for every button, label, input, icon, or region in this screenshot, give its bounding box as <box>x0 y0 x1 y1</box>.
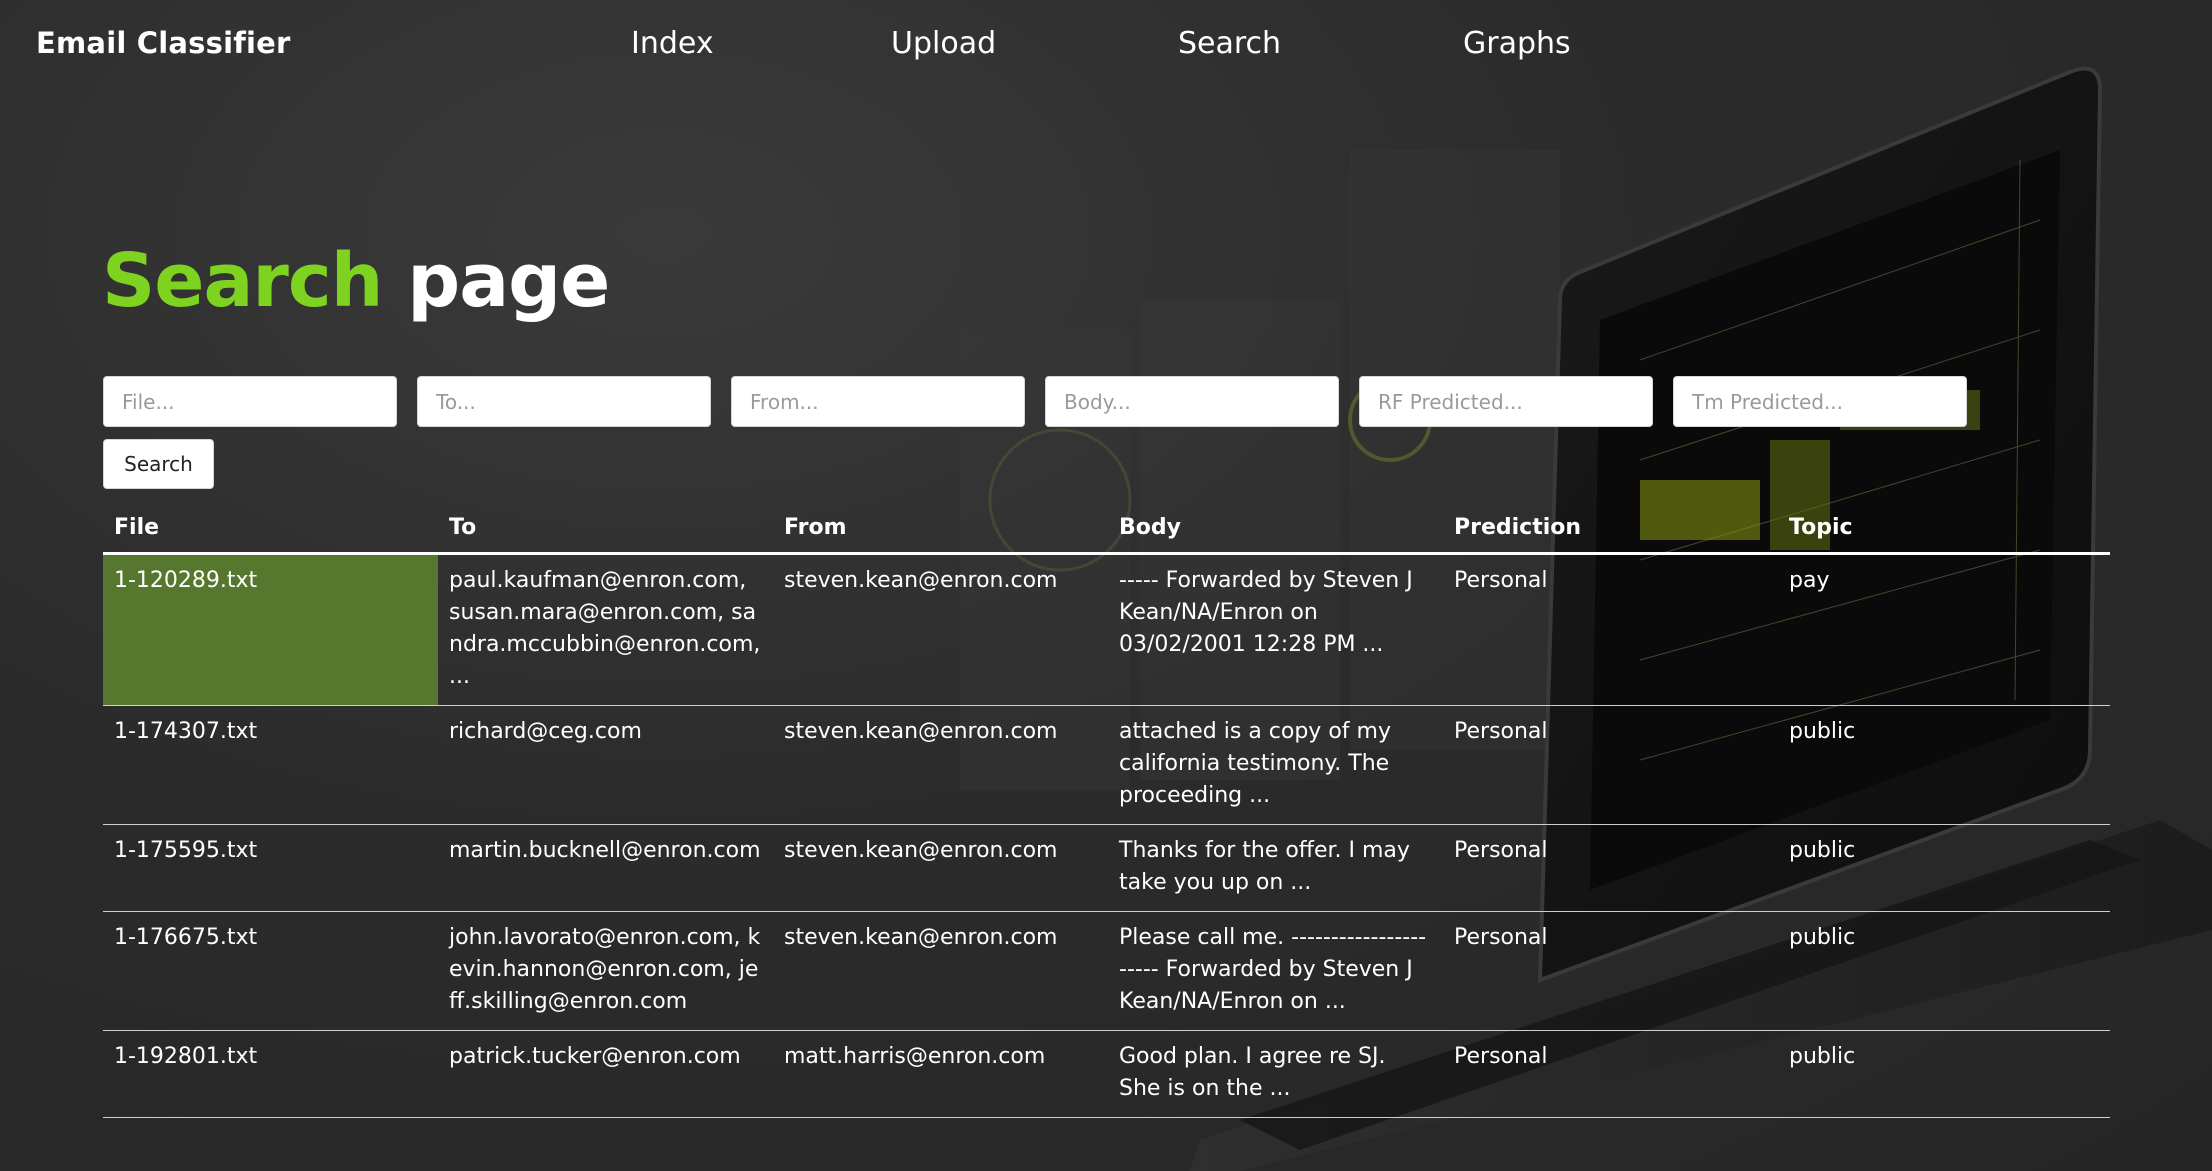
body-filter-input[interactable] <box>1045 376 1339 427</box>
results-table: File To From Body Prediction Topic 1-120… <box>103 507 2110 1118</box>
cell-file[interactable]: 1-120289.txt <box>103 553 438 706</box>
column-header-to: To <box>438 507 773 555</box>
file-filter-input[interactable] <box>103 376 397 427</box>
page: Email Classifier Index Upload Search Gra… <box>0 0 2212 1171</box>
cell-prediction: Personal <box>1443 824 1778 912</box>
cell-prediction: Personal <box>1443 1030 1778 1118</box>
from-filter-input[interactable] <box>731 376 1025 427</box>
cell-file[interactable]: 1-192801.txt <box>103 1030 438 1118</box>
cell-file[interactable]: 1-174307.txt <box>103 705 438 825</box>
table-row[interactable]: 1-120289.txt paul.kaufman@enron.com, sus… <box>103 553 2110 706</box>
cell-prediction: Personal <box>1443 705 1778 825</box>
cell-body: attached is a copy of my california test… <box>1108 705 1443 825</box>
cell-prediction: Personal <box>1443 911 1778 1031</box>
table-row[interactable]: 1-174307.txt richard@ceg.com steven.kean… <box>103 705 2110 825</box>
cell-body: Please call me. ---------------------- F… <box>1108 911 1443 1031</box>
cell-from: matt.harris@enron.com <box>773 1030 1108 1118</box>
cell-body: ----- Forwarded by Steven J Kean/NA/Enro… <box>1108 553 1443 706</box>
nav-link-graphs[interactable]: Graphs <box>1463 26 1571 61</box>
cell-topic: pay <box>1778 553 2110 706</box>
cell-body: Good plan. I agree re SJ. She is on the … <box>1108 1030 1443 1118</box>
page-title-accent: Search <box>102 238 383 324</box>
rf-predicted-filter-input[interactable] <box>1359 376 1653 427</box>
table-row[interactable]: 1-192801.txt patrick.tucker@enron.com ma… <box>103 1030 2110 1118</box>
column-header-file: File <box>103 507 438 555</box>
nav-link-index[interactable]: Index <box>631 26 714 61</box>
cell-to: richard@ceg.com <box>438 705 773 825</box>
page-title: Search page <box>102 238 610 324</box>
cell-topic: public <box>1778 911 2110 1031</box>
to-filter-input[interactable] <box>417 376 711 427</box>
cell-topic: public <box>1778 1030 2110 1118</box>
cell-from: steven.kean@enron.com <box>773 824 1108 912</box>
cell-file[interactable]: 1-175595.txt <box>103 824 438 912</box>
column-header-topic: Topic <box>1778 507 2110 555</box>
cell-prediction: Personal <box>1443 553 1778 706</box>
column-header-body: Body <box>1108 507 1443 555</box>
column-header-prediction: Prediction <box>1443 507 1778 555</box>
cell-to: patrick.tucker@enron.com <box>438 1030 773 1118</box>
cell-from: steven.kean@enron.com <box>773 553 1108 706</box>
table-row[interactable]: 1-176675.txt john.lavorato@enron.com, ke… <box>103 911 2110 1031</box>
cell-to: paul.kaufman@enron.com, susan.mara@enron… <box>438 553 773 706</box>
cell-to: john.lavorato@enron.com, kevin.hannon@en… <box>438 911 773 1031</box>
column-header-from: From <box>773 507 1108 555</box>
table-header-row: File To From Body Prediction Topic <box>103 507 2110 555</box>
cell-topic: public <box>1778 824 2110 912</box>
brand-logo-text[interactable]: Email Classifier <box>36 26 291 60</box>
page-title-rest: page <box>407 238 610 324</box>
tm-predicted-filter-input[interactable] <box>1673 376 1967 427</box>
cell-from: steven.kean@enron.com <box>773 705 1108 825</box>
cell-topic: public <box>1778 705 2110 825</box>
cell-from: steven.kean@enron.com <box>773 911 1108 1031</box>
search-button[interactable]: Search <box>103 439 214 489</box>
cell-file[interactable]: 1-176675.txt <box>103 911 438 1031</box>
table-row[interactable]: 1-175595.txt martin.bucknell@enron.com s… <box>103 824 2110 912</box>
cell-to: martin.bucknell@enron.com <box>438 824 773 912</box>
nav-link-upload[interactable]: Upload <box>891 26 996 61</box>
top-navbar: Email Classifier Index Upload Search Gra… <box>0 0 2212 92</box>
nav-link-search[interactable]: Search <box>1178 26 1281 61</box>
cell-body: Thanks for the offer. I may take you up … <box>1108 824 1443 912</box>
